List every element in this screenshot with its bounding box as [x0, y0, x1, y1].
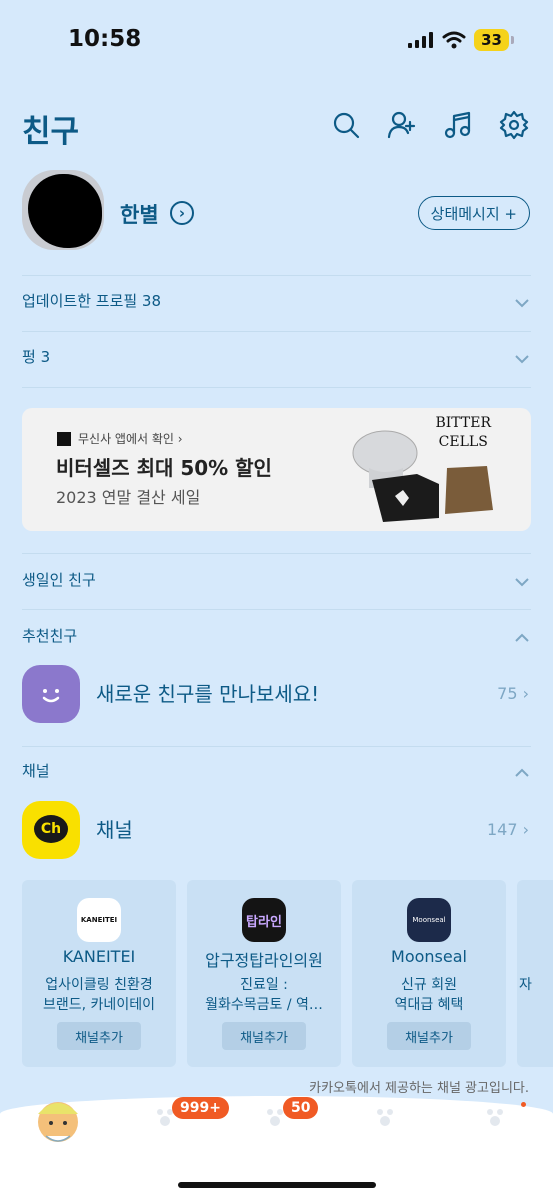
battery-indicator: 33: [474, 29, 514, 51]
chevron-down-icon[interactable]: [515, 293, 529, 308]
home-indicator: [178, 1182, 376, 1188]
channel-name: 압구정탑라인의원: [205, 951, 323, 970]
ad-brand: 무신사 앱에서 확인 ›: [78, 432, 183, 446]
channel-count[interactable]: 147 ›: [487, 820, 529, 839]
channel-card[interactable]: KANEITEI KANEITEI 업사이클링 친환경 브랜드, 카네이테이 채…: [22, 880, 176, 1067]
channel-name: KANEITEI: [62, 947, 136, 966]
divider: [22, 387, 531, 388]
pung-row[interactable]: 펑 3: [22, 346, 50, 367]
add-channel-button[interactable]: 채널추가: [387, 1022, 471, 1050]
add-friend-icon[interactable]: [387, 110, 417, 140]
channel-logo: 탑라인: [242, 898, 286, 942]
chevron-right-circle-icon[interactable]: ›: [170, 201, 194, 225]
channel-card[interactable]: 자: [517, 880, 553, 1067]
add-channel-button[interactable]: 채널추가: [222, 1022, 306, 1050]
recommend-count[interactable]: 75 ›: [497, 684, 529, 703]
more-tab-dot: [521, 1102, 526, 1107]
status-icons: 33: [408, 29, 514, 51]
recommend-friend-icon: [22, 665, 80, 723]
chevron-down-icon[interactable]: [515, 572, 529, 587]
ad-subtitle: 2023 연말 결산 세일: [56, 488, 201, 507]
chevron-down-icon[interactable]: [515, 349, 529, 364]
channel-icon: Ch: [22, 801, 80, 859]
birthday-row[interactable]: 생일인 친구: [22, 569, 96, 590]
musinsa-logo: [57, 432, 71, 446]
page-title: 친구: [22, 114, 80, 150]
channel-description: 신규 회원 역대급 혜택: [394, 977, 464, 1013]
header-actions: [331, 110, 529, 140]
channel-name: Moonseal: [391, 947, 467, 966]
more-tab-icon[interactable]: [482, 1104, 508, 1130]
friends-tab-character-icon[interactable]: [28, 1090, 88, 1150]
divider: [22, 609, 531, 610]
avatar[interactable]: [22, 170, 104, 250]
divider: [22, 275, 531, 276]
profile-name[interactable]: 한별: [120, 199, 159, 229]
status-message-button[interactable]: 상태메시지 +: [417, 196, 530, 230]
divider: [22, 331, 531, 332]
divider: [22, 553, 531, 554]
status-time: 10:58: [68, 26, 142, 52]
channel-description: 진료일 : 월화수목금토 / 역…: [205, 977, 323, 1013]
add-channel-button[interactable]: 채널추가: [57, 1022, 141, 1050]
chats-badge: 999+: [172, 1097, 229, 1119]
ad-brand-logo: BITTER CELLS: [435, 415, 491, 450]
channel-description: 업사이클링 친환경 브랜드, 카네이테이: [43, 977, 155, 1013]
chevron-up-icon[interactable]: [515, 628, 529, 642]
channel-description: 자: [519, 977, 532, 993]
channel-card[interactable]: Moonseal Moonseal 신규 회원 역대급 혜택 채널추가: [352, 880, 506, 1067]
channel-logo: KANEITEI: [77, 898, 121, 942]
openchat-badge: 50: [283, 1097, 319, 1119]
recommend-section-header[interactable]: 추천친구: [22, 625, 77, 646]
signal-icon: [408, 32, 434, 48]
shopping-tab-icon[interactable]: [372, 1104, 398, 1130]
updated-profiles-row[interactable]: 업데이트한 프로필 38: [22, 290, 161, 311]
recommend-friend-text[interactable]: 새로운 친구를 만나보세요!: [96, 678, 319, 707]
divider: [22, 746, 531, 747]
channel-section-header[interactable]: 채널: [22, 760, 50, 781]
channel-text[interactable]: 채널: [96, 814, 133, 843]
channel-logo: Moonseal: [407, 898, 451, 942]
settings-icon[interactable]: [499, 110, 529, 140]
wifi-icon: [442, 31, 466, 49]
ad-banner[interactable]: 무신사 앱에서 확인 › 비터셀즈 최대 50% 할인 2023 연말 결산 세…: [22, 408, 531, 531]
music-icon[interactable]: [443, 110, 473, 140]
chevron-up-icon[interactable]: [515, 763, 529, 777]
ad-headline: 비터셀즈 최대 50% 할인: [56, 456, 272, 480]
search-icon[interactable]: [331, 110, 361, 140]
channel-card[interactable]: 탑라인 압구정탑라인의원 진료일 : 월화수목금토 / 역… 채널추가: [187, 880, 341, 1067]
ad-notice: 카카오톡에서 제공하는 채널 광고입니다.: [309, 1081, 529, 1096]
